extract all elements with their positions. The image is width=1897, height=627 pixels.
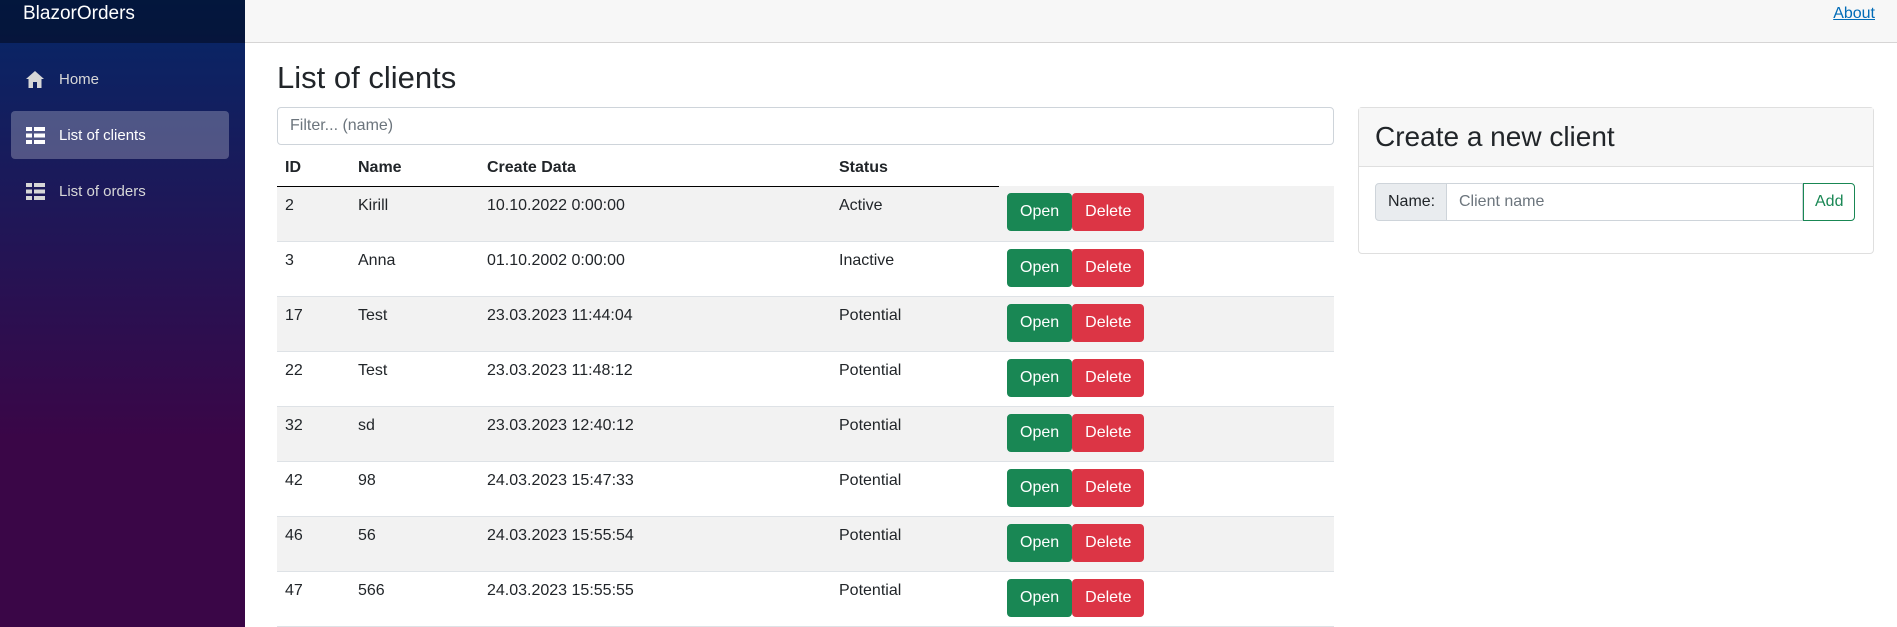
client-name-input-group: Name: Add [1375, 183, 1856, 221]
cell-name: 566 [350, 571, 479, 627]
open-button[interactable]: Open [1007, 303, 1073, 342]
app-brand[interactable]: BlazorOrders [23, 3, 135, 25]
sidebar-item-list-of-clients[interactable]: List of clients [11, 111, 229, 159]
cell-status: Potential [831, 571, 999, 627]
cell-id: 2 [277, 186, 350, 242]
cell-name: Test [350, 351, 479, 407]
delete-button[interactable]: Delete [1072, 303, 1145, 342]
cell-create-data: 23.03.2023 11:44:04 [479, 296, 831, 352]
open-button[interactable]: Open [1007, 413, 1073, 452]
cell-actions: Open Delete [999, 296, 1334, 352]
table-row: 17 Test 23.03.2023 11:44:04 Potential Open De… [277, 296, 1334, 352]
about-link[interactable]: About [1833, 5, 1875, 23]
top-bar: About [245, 0, 1897, 43]
delete-button[interactable]: Delete [1072, 468, 1145, 507]
open-button[interactable]: Open [1007, 248, 1073, 287]
table-body: 2 Kirill 10.10.2022 0:00:00 Active Open Delet… [277, 186, 1334, 627]
table-row: 32 sd 23.03.2023 12:40:12 Potential Open Dele… [277, 406, 1334, 462]
cell-status: Potential [831, 406, 999, 462]
open-button[interactable]: Open [1007, 578, 1073, 617]
cell-id: 32 [277, 406, 350, 462]
column-header-name: Name [350, 151, 479, 187]
cell-status: Potential [831, 351, 999, 407]
cell-name: 98 [350, 461, 479, 517]
cell-id: 47 [277, 571, 350, 627]
client-name-input[interactable] [1447, 183, 1803, 221]
column-header-id: ID [277, 151, 350, 187]
cell-name: Kirill [350, 186, 479, 242]
list-icon [25, 125, 45, 145]
delete-button[interactable]: Delete [1072, 193, 1145, 231]
brand-bar: BlazorOrders [0, 0, 245, 43]
cell-name: Test [350, 296, 479, 352]
client-name-label: Name: [1375, 183, 1447, 221]
table-row: 2 Kirill 10.10.2022 0:00:00 Active Open Delet… [277, 186, 1334, 242]
cell-id: 3 [277, 241, 350, 297]
clients-table: ID Name Create Data Status 2 Kirill 10.10.… [277, 151, 1334, 627]
column-header-status: Status [831, 151, 999, 187]
sidebar-item-label: Home [59, 70, 100, 88]
sidebar-item-list-of-orders[interactable]: List of orders [11, 167, 229, 215]
table-row: 3 Anna 01.10.2002 0:00:00 Inactive Open Delet… [277, 241, 1334, 297]
card-title: Create a new client [1375, 121, 1615, 152]
page-title: List of clients [277, 60, 457, 95]
table-row: 42 98 24.03.2023 15:47:33 Potential Open Dele… [277, 461, 1334, 517]
cell-id: 42 [277, 461, 350, 517]
open-button[interactable]: Open [1007, 358, 1073, 397]
column-header-actions [999, 151, 1334, 186]
sidebar-item-label: List of orders [59, 182, 146, 200]
table-row: 22 Test 23.03.2023 11:48:12 Potential Open De… [277, 351, 1334, 407]
sidebar-item-home[interactable]: Home [11, 55, 229, 103]
create-client-card: Create a new client Name: Add [1358, 107, 1874, 254]
cell-name: Anna [350, 241, 479, 297]
column-header-create-data: Create Data [479, 151, 831, 187]
cell-create-data: 24.03.2023 15:55:55 [479, 571, 831, 627]
delete-button[interactable]: Delete [1072, 358, 1145, 397]
table-header-row: ID Name Create Data Status [277, 151, 1334, 187]
table-row: 46 56 24.03.2023 15:55:54 Potential Open Dele… [277, 516, 1334, 572]
sidebar-nav: Home List of clients List of orders [0, 43, 245, 215]
cell-id: 22 [277, 351, 350, 407]
cell-actions: Open Delete [999, 571, 1334, 627]
sidebar: BlazorOrders Home List of clients List o… [0, 0, 245, 627]
cell-id: 46 [277, 516, 350, 572]
cell-name: sd [350, 406, 479, 462]
cell-status: Potential [831, 516, 999, 572]
cell-actions: Open Delete [999, 351, 1334, 407]
cell-create-data: 23.03.2023 12:40:12 [479, 406, 831, 462]
card-header: Create a new client [1359, 108, 1873, 167]
cell-actions: Open Delete [999, 186, 1334, 242]
open-button[interactable]: Open [1007, 523, 1073, 562]
cell-status: Active [831, 186, 999, 242]
delete-button[interactable]: Delete [1072, 413, 1145, 452]
filter-input[interactable] [277, 107, 1334, 145]
list-icon [25, 181, 45, 201]
cell-status: Potential [831, 296, 999, 352]
add-client-button[interactable]: Add [1803, 183, 1856, 221]
home-icon [25, 69, 45, 89]
cell-create-data: 10.10.2022 0:00:00 [479, 186, 831, 242]
cell-actions: Open Delete [999, 241, 1334, 297]
cell-actions: Open Delete [999, 516, 1334, 572]
delete-button[interactable]: Delete [1072, 248, 1145, 287]
open-button[interactable]: Open [1007, 468, 1073, 507]
cell-status: Inactive [831, 241, 999, 297]
cell-create-data: 23.03.2023 11:48:12 [479, 351, 831, 407]
cell-create-data: 24.03.2023 15:47:33 [479, 461, 831, 517]
table-row: 47 566 24.03.2023 15:55:55 Potential Open Del… [277, 571, 1334, 627]
cell-id: 17 [277, 296, 350, 352]
cell-name: 56 [350, 516, 479, 572]
delete-button[interactable]: Delete [1072, 523, 1145, 562]
open-button[interactable]: Open [1007, 193, 1073, 231]
cell-create-data: 01.10.2002 0:00:00 [479, 241, 831, 297]
cell-create-data: 24.03.2023 15:55:54 [479, 516, 831, 572]
cell-actions: Open Delete [999, 461, 1334, 517]
cell-status: Potential [831, 461, 999, 517]
delete-button[interactable]: Delete [1072, 578, 1145, 617]
cell-actions: Open Delete [999, 406, 1334, 462]
sidebar-item-label: List of clients [59, 126, 146, 144]
